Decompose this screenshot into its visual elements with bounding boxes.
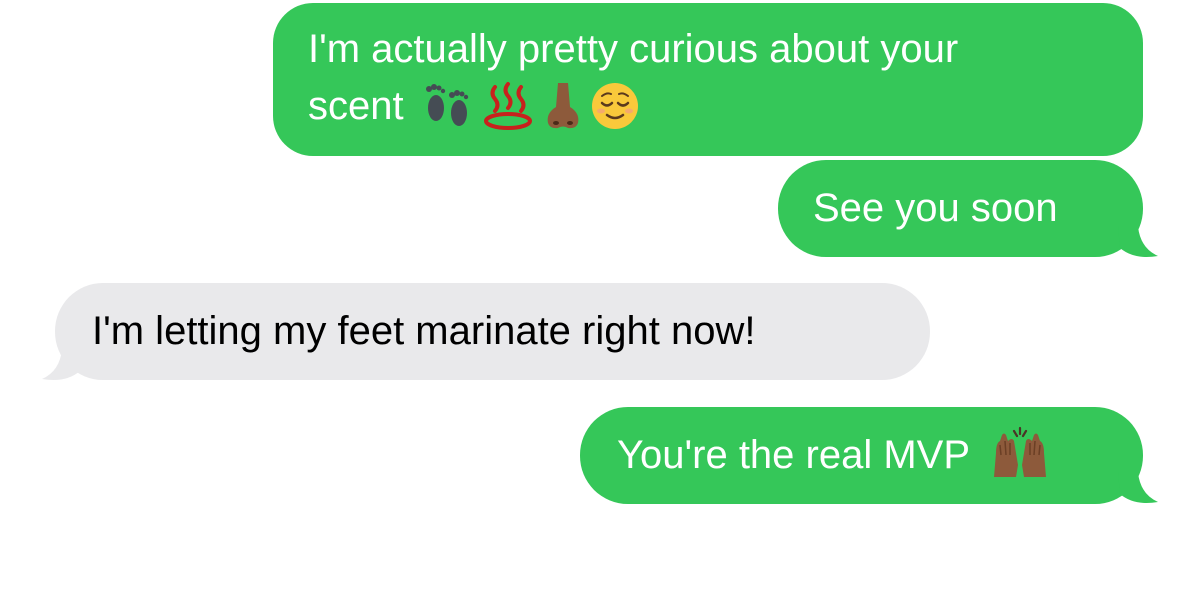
message-text: See you soon [813,186,1058,230]
message-text: I'm letting my feet marinate right now! [92,309,756,353]
bubble-tail [42,349,82,380]
footprints-icon [425,84,468,126]
sent-message-bubble[interactable]: You're the real MVP [580,407,1143,504]
message-text-line: scent [308,81,1097,131]
sent-message-bubble[interactable]: See you soon [778,160,1143,257]
nose-icon [547,83,578,129]
message-text: You're the real MVP [617,433,970,477]
received-message-bubble[interactable]: I'm letting my feet marinate right now! [55,283,930,380]
relieved-face-icon [591,83,638,129]
sent-message-bubble[interactable]: I'm actually pretty curious about your s… [273,3,1143,156]
bubble-tail [1118,472,1158,503]
hot-springs-icon [483,82,532,130]
raising-hands-icon [994,425,1047,478]
message-text: scent [308,84,404,128]
bubble-tail [1118,226,1158,257]
message-text-line: I'm actually pretty curious about your [308,27,959,71]
